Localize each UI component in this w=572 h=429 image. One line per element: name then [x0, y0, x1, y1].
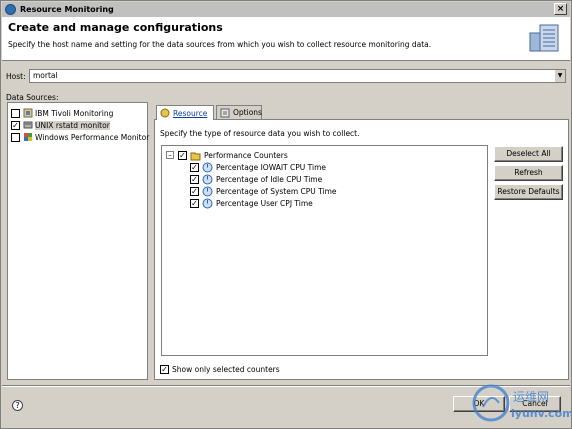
show-only-selected-option[interactable]: ✓ Show only selected counters — [160, 363, 280, 375]
data-source-checkbox[interactable]: ✓ — [11, 120, 20, 130]
data-source-ibm-tivoli[interactable]: IBM Tivoli Monitoring — [11, 107, 113, 119]
refresh-button[interactable]: Refresh — [494, 165, 563, 181]
tree-label: Percentage of System CPU Time — [216, 186, 337, 196]
tree-label: Percentage of Idle CPU Time — [216, 174, 323, 184]
resource-monitoring-dialog: Resource Monitoring × Create and manage … — [0, 0, 572, 429]
counter-icon — [202, 162, 213, 172]
title-bar: Resource Monitoring × — [2, 2, 570, 17]
data-source-checkbox[interactable] — [11, 132, 20, 142]
cancel-button[interactable]: Cancel — [509, 396, 561, 412]
windows-icon — [24, 133, 32, 141]
configuration-panel: Resource Options Specify the type of res… — [154, 102, 569, 380]
page-description: Specify the host name and setting for th… — [8, 40, 432, 49]
deselect-all-button[interactable]: Deselect All — [494, 146, 563, 162]
tree-item-counter[interactable]: ✓ Percentage of System CPU Time — [190, 185, 337, 197]
data-source-label: UNIX rstatd monitor — [35, 120, 110, 130]
data-source-windows-perfmon[interactable]: Windows Performance Monitor — [11, 131, 149, 143]
tree-root-performance-counters[interactable]: – ✓ Performance Counters — [166, 149, 288, 161]
footer-divider — [2, 385, 570, 387]
host-label: Host: — [6, 72, 26, 81]
tree-item-counter[interactable]: ✓ Percentage IOWAIT CPU Time — [190, 161, 326, 173]
tree-item-counter[interactable]: ✓ Percentage of Idle CPU Time — [190, 173, 322, 185]
resource-tab-body: Specify the type of resource data you wi… — [154, 119, 569, 380]
counter-icon — [202, 198, 213, 208]
unix-icon — [23, 121, 33, 129]
tivoli-icon — [23, 108, 33, 118]
counters-tree: – ✓ Performance Counters ✓ Percentage IO… — [161, 145, 488, 356]
folder-icon — [190, 152, 201, 160]
tree-checkbox[interactable]: ✓ — [190, 198, 199, 208]
close-button[interactable]: × — [554, 3, 567, 15]
options-icon — [220, 108, 230, 118]
collapse-icon[interactable]: – — [166, 151, 174, 159]
chevron-down-icon[interactable]: ▼ — [554, 70, 565, 82]
help-icon[interactable]: ? — [12, 400, 23, 411]
restore-defaults-button[interactable]: Restore Defaults — [494, 184, 563, 200]
server-icon — [529, 24, 559, 52]
resource-icon — [160, 108, 170, 118]
tree-checkbox[interactable]: ✓ — [190, 186, 199, 196]
data-source-label: Windows Performance Monitor — [35, 132, 150, 142]
app-icon — [5, 4, 16, 15]
host-combobox[interactable]: mortal ▼ — [29, 69, 566, 83]
ok-button[interactable]: OK — [453, 396, 505, 412]
counter-icon — [202, 186, 213, 196]
tree-label: Percentage User CPJ Time — [216, 198, 313, 208]
dialog-header: Create and manage configurations Specify… — [2, 17, 570, 61]
tree-label: Percentage IOWAIT CPU Time — [216, 162, 326, 172]
tree-checkbox[interactable]: ✓ — [178, 150, 187, 160]
tab-label: Options — [233, 108, 262, 117]
data-source-label: IBM Tivoli Monitoring — [35, 108, 114, 118]
page-title: Create and manage configurations — [8, 21, 223, 34]
data-source-unix-rstatd[interactable]: ✓ UNIX rstatd monitor — [11, 119, 110, 131]
window-title: Resource Monitoring — [20, 5, 114, 14]
resource-description: Specify the type of resource data you wi… — [160, 129, 360, 138]
tab-resource[interactable]: Resource — [156, 105, 214, 120]
tab-options[interactable]: Options — [216, 105, 262, 119]
show-only-selected-label: Show only selected counters — [172, 364, 280, 374]
tree-checkbox[interactable]: ✓ — [190, 162, 199, 172]
tab-label: Resource — [173, 108, 208, 118]
counter-icon — [202, 174, 213, 184]
data-sources-list: IBM Tivoli Monitoring ✓ UNIX rstatd moni… — [7, 102, 149, 380]
data-source-checkbox[interactable] — [11, 108, 20, 118]
tree-item-counter[interactable]: ✓ Percentage User CPJ Time — [190, 197, 313, 209]
tree-checkbox[interactable]: ✓ — [190, 174, 199, 184]
data-sources-label: Data Sources: — [6, 93, 59, 102]
tree-label: Performance Counters — [204, 150, 288, 160]
host-value: mortal — [33, 71, 58, 80]
show-only-selected-checkbox[interactable]: ✓ — [160, 364, 169, 374]
